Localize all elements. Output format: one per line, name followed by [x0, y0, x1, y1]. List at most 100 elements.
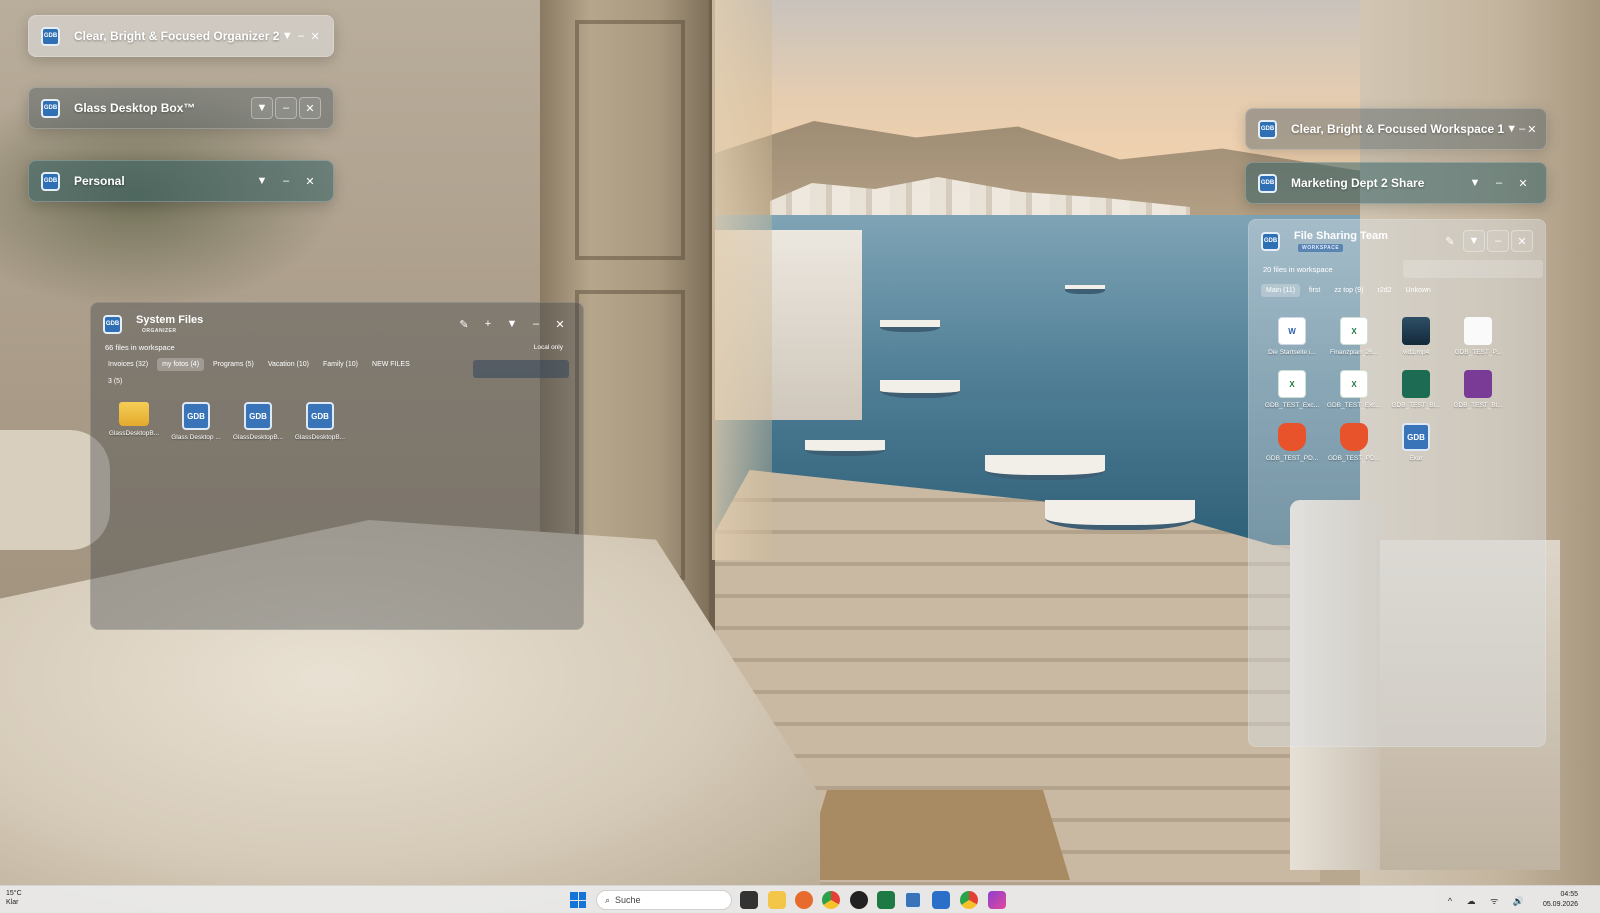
folder-icon	[119, 402, 149, 426]
file-label: GlassDesktopB...	[232, 434, 284, 441]
file-label: GDB_TEST_Bl...	[1453, 402, 1503, 409]
edit-icon[interactable]: ✎	[1439, 230, 1461, 252]
tab-first[interactable]: first	[1304, 284, 1325, 297]
close-icon[interactable]: ✕	[1527, 118, 1536, 140]
close-icon[interactable]: ✕	[1511, 230, 1533, 252]
collapse-icon[interactable]: ▼	[1464, 172, 1486, 194]
file-item[interactable]: GDB GlassDesktopB...	[227, 402, 289, 441]
minimize-icon[interactable]: –	[275, 97, 297, 119]
file-label: GDB_TEST_PD...	[1327, 455, 1381, 462]
tab-bar: Invoices (32) my fotos (4) Programs (5) Vac…	[103, 358, 443, 388]
tab-unkown[interactable]: Unkown	[1401, 284, 1436, 297]
minimize-icon[interactable]: –	[525, 313, 547, 335]
minimize-icon[interactable]: –	[275, 170, 297, 192]
box-personal[interactable]: GDB Personal ▼ – ✕	[28, 160, 334, 202]
tab-family-10[interactable]: Family (10)	[318, 358, 363, 371]
gdb-box-icon: GDB	[41, 26, 60, 46]
file-item[interactable]: GDB_TEST_P...	[1447, 317, 1509, 356]
tab-new-files[interactable]: NEW FILES	[367, 358, 415, 371]
windows-start-icon[interactable]	[570, 892, 586, 908]
box-system-files[interactable]: GDB System Files ORGANIZER ✎ + ▼ – ✕ 66 …	[90, 302, 584, 630]
tab-r2d2[interactable]: r2d2	[1373, 284, 1397, 297]
collapse-icon[interactable]: ▼	[251, 170, 273, 192]
gdb-box-icon: GDB	[1258, 173, 1277, 193]
box-title: Marketing Dept 2 Share	[1291, 176, 1425, 190]
box-marketing-dept-2-share[interactable]: GDB Marketing Dept 2 Share ▼ – ✕	[1245, 162, 1547, 204]
purple-image-icon	[1464, 370, 1492, 398]
file-item[interactable]: W Die Startseite i...	[1261, 317, 1323, 356]
file-label: GlassDesktopB...	[108, 430, 160, 437]
file-label: vid1.mp4	[1402, 349, 1430, 356]
box-file-sharing-team[interactable]: GDB File Sharing Team WORKSPACE ✎ ▼ – ✕ …	[1248, 219, 1546, 747]
taskbar-search[interactable]: ⌕ Suche	[596, 890, 732, 910]
file-label: Die Startseite i...	[1268, 349, 1316, 356]
file-label: GDB_TEST_PD...	[1265, 455, 1319, 462]
file-item[interactable]: vid1.mp4	[1385, 317, 1447, 356]
box-workspace-1[interactable]: GDB Clear, Bright & Focused Workspace 1 …	[1245, 108, 1547, 150]
collapse-icon[interactable]: ▼	[501, 313, 523, 335]
clock-time: 04:55	[1560, 891, 1578, 898]
collapse-icon[interactable]: ▼	[281, 25, 293, 47]
file-item[interactable]: X GDB_TEST_Exc...	[1261, 370, 1323, 409]
tab-programs-5[interactable]: Programs (5)	[208, 358, 259, 371]
box-title: System Files	[136, 314, 204, 326]
chrome-profile-icon[interactable]	[960, 891, 978, 909]
chatgpt-icon[interactable]	[850, 891, 868, 909]
tab-invoices-32[interactable]: Invoices (32)	[103, 358, 153, 371]
file-item[interactable]: GDB_TEST_PD...	[1261, 423, 1323, 462]
tab-main-11[interactable]: Main (11)	[1261, 284, 1301, 297]
file-item[interactable]: X GDB_TEST_Exc...	[1323, 370, 1385, 409]
tab-my-fotos-4[interactable]: my fotos (4)	[157, 358, 205, 371]
close-icon[interactable]: ✕	[299, 97, 321, 119]
collapse-icon[interactable]: ▼	[251, 97, 273, 119]
firefox-icon[interactable]	[795, 891, 813, 909]
media-app-icon[interactable]	[988, 891, 1006, 909]
file-item[interactable]: GDB_TEST_PD...	[1323, 423, 1385, 462]
white-image-icon	[1464, 317, 1492, 345]
tab-3-5[interactable]: 3 (5)	[103, 375, 127, 388]
tab-vacation-10[interactable]: Vacation (10)	[263, 358, 314, 371]
minimize-icon[interactable]: –	[1519, 118, 1525, 140]
chrome-icon[interactable]	[822, 891, 840, 909]
minimize-icon[interactable]: –	[295, 25, 307, 47]
close-icon[interactable]: ✕	[549, 313, 571, 335]
file-label: GlassDesktopB...	[294, 434, 346, 441]
file-explorer-icon[interactable]	[768, 891, 786, 909]
excel-app-icon[interactable]	[877, 891, 895, 909]
close-icon[interactable]: ✕	[1512, 172, 1534, 194]
weather-desc: Klar	[6, 899, 19, 906]
gdb-box-icon: GDB	[41, 171, 60, 191]
file-item[interactable]: GDB Exar	[1385, 423, 1447, 462]
minimize-icon[interactable]: –	[1488, 172, 1510, 194]
file-label: GDB_TEST_P...	[1454, 349, 1502, 356]
close-icon[interactable]: ✕	[309, 25, 321, 47]
search-input[interactable]	[473, 360, 569, 378]
task-view-icon[interactable]	[740, 891, 758, 909]
tab-zz-top-9[interactable]: zz top (9)	[1329, 284, 1368, 297]
collapse-icon[interactable]: ▼	[1506, 118, 1517, 140]
box-glass-desktop-box[interactable]: GDB Glass Desktop Box™ ▼ – ✕	[28, 87, 334, 129]
file-item[interactable]: GDB_TEST_Bl...	[1447, 370, 1509, 409]
weather-widget[interactable]: 15°C Klar	[6, 889, 22, 907]
box-organizer-2[interactable]: GDB Clear, Bright & Focused Organizer 2 …	[28, 15, 334, 57]
close-icon[interactable]: ✕	[299, 170, 321, 192]
minimize-icon[interactable]: –	[1487, 230, 1509, 252]
file-label: Glass Desktop ...	[171, 434, 221, 441]
green-image-icon	[1402, 370, 1430, 398]
edit-icon[interactable]: ✎	[453, 313, 475, 335]
collapse-icon[interactable]: ▼	[1463, 230, 1485, 252]
brave-icon	[1278, 423, 1306, 451]
glass-desktop-box-app-icon[interactable]	[904, 891, 922, 909]
editor-app-icon[interactable]	[932, 891, 950, 909]
file-item[interactable]: GDB GlassDesktopB...	[289, 402, 351, 441]
clock[interactable]: 04:55 05.09.2026	[1543, 890, 1578, 910]
file-item[interactable]: GDB Glass Desktop ...	[165, 402, 227, 441]
search-input[interactable]	[1403, 260, 1543, 278]
file-label: GDB_TEST_Exc...	[1326, 402, 1382, 409]
file-item[interactable]: X Finanzplan_26...	[1323, 317, 1385, 356]
file-item[interactable]: GDB_TEST_Bl...	[1385, 370, 1447, 409]
file-item[interactable]: GlassDesktopB...	[103, 402, 165, 441]
taskbar: 15°C Klar ⌕ Suche ^ ☁ ᯤ 🔊 04:55 05.09.20…	[0, 885, 1600, 913]
system-tray-icons[interactable]: ^ ☁ ᯤ 🔊	[1448, 894, 1530, 907]
add-icon[interactable]: +	[477, 313, 499, 335]
